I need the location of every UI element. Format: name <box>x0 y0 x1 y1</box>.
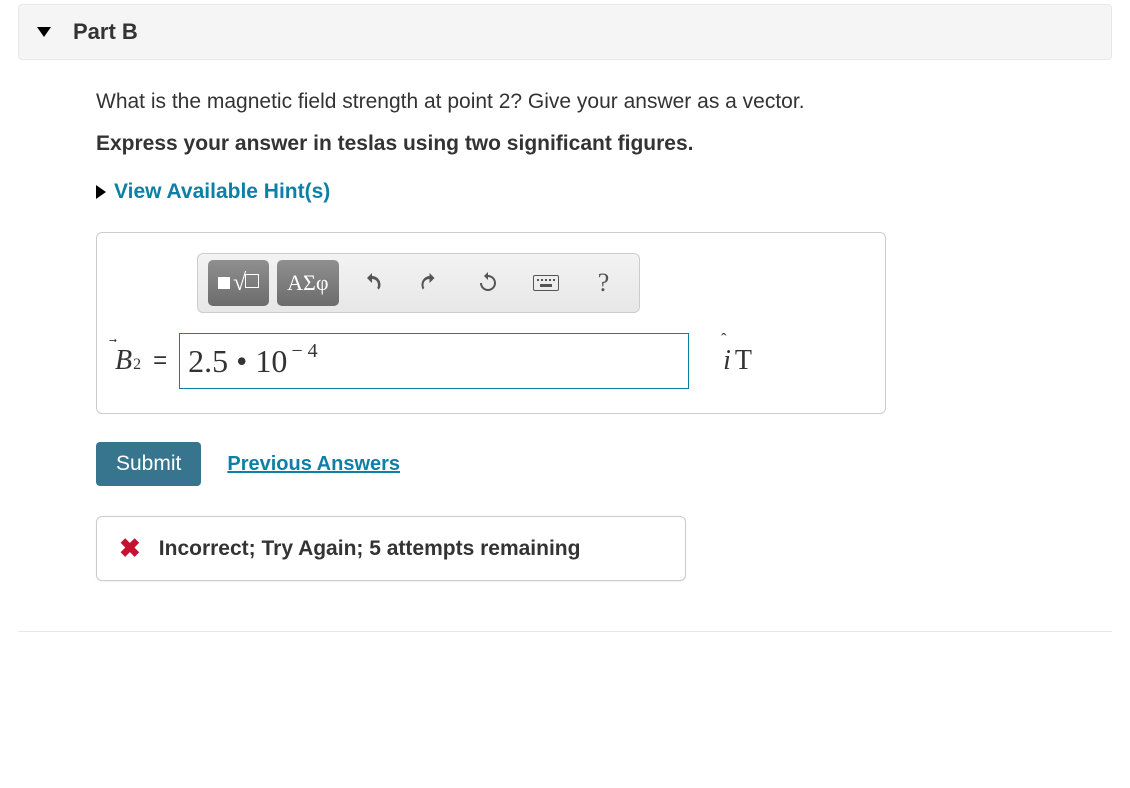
part-title: Part B <box>73 19 138 45</box>
redo-icon <box>418 271 442 295</box>
answer-input[interactable]: 2.5 • 10− 4 <box>179 333 689 389</box>
answer-row: ⃗B2 = 2.5 • 10− 4 ˆi T <box>115 333 867 389</box>
variable-subscript: 2 <box>132 356 141 374</box>
reset-icon <box>476 271 500 295</box>
help-button[interactable]: ? <box>579 260 629 306</box>
page-container: Part B What is the magnetic field streng… <box>0 4 1130 632</box>
help-icon: ? <box>598 268 610 298</box>
unit-slot: ˆi T <box>723 345 752 377</box>
keyboard-icon <box>533 275 559 291</box>
symbols-label: ΑΣφ <box>287 270 328 296</box>
part-content: What is the magnetic field strength at p… <box>0 60 1130 601</box>
collapse-arrow-icon <box>37 27 51 37</box>
templates-button[interactable]: √ <box>208 260 269 306</box>
submit-button[interactable]: Submit <box>96 442 201 486</box>
equation-toolbar: √ ΑΣφ ? <box>197 253 640 313</box>
unit-vector: i <box>723 345 731 376</box>
unit-symbol: T <box>735 345 752 377</box>
undo-icon <box>360 271 384 295</box>
answer-value-base: 2.5 • 10 <box>188 343 287 380</box>
templates-icon: √ <box>218 270 259 297</box>
equals-sign: = <box>153 347 167 375</box>
feedback-text: Incorrect; Try Again; 5 attempts remaini… <box>159 537 581 561</box>
answer-variable: ⃗B2 <box>115 345 141 377</box>
answer-value-exponent: − 4 <box>287 340 317 363</box>
incorrect-icon: ✖ <box>119 533 141 564</box>
feedback-panel: ✖ Incorrect; Try Again; 5 attempts remai… <box>96 516 686 581</box>
instruction-text: Express your answer in teslas using two … <box>96 132 1112 156</box>
question-text: What is the magnetic field strength at p… <box>96 90 1112 114</box>
symbols-button[interactable]: ΑΣφ <box>277 260 338 306</box>
view-hints-label: View Available Hint(s) <box>114 180 330 204</box>
keyboard-button[interactable] <box>521 260 571 306</box>
undo-button[interactable] <box>347 260 397 306</box>
answer-panel: √ ΑΣφ ? <box>96 232 886 414</box>
actions-row: Submit Previous Answers <box>96 442 1112 486</box>
previous-answers-link[interactable]: Previous Answers <box>227 453 400 476</box>
part-header[interactable]: Part B <box>18 4 1112 60</box>
redo-button[interactable] <box>405 260 455 306</box>
view-hints-toggle[interactable]: View Available Hint(s) <box>96 180 1112 204</box>
divider <box>18 631 1112 632</box>
variable-letter: B <box>115 345 132 376</box>
expand-arrow-icon <box>96 185 106 199</box>
reset-button[interactable] <box>463 260 513 306</box>
